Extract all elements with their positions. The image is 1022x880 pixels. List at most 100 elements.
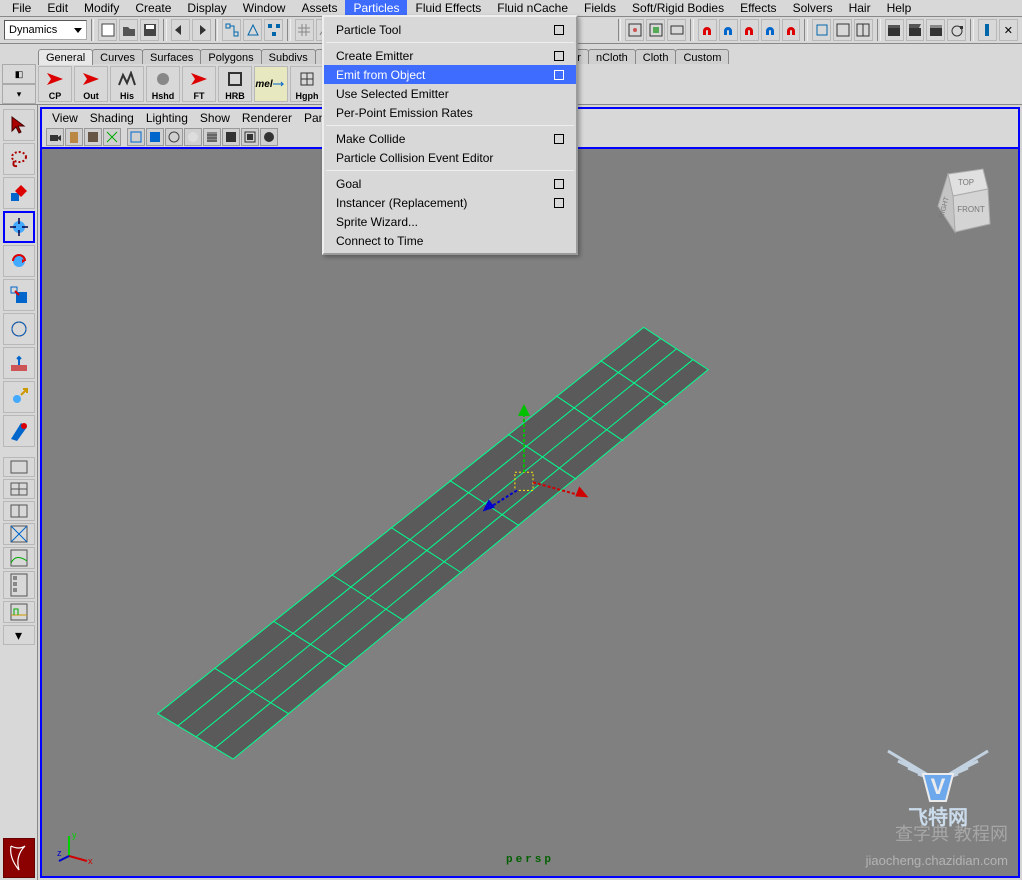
panel-menu-shading[interactable]: Shading: [84, 111, 140, 125]
menu-solvers[interactable]: Solvers: [785, 0, 841, 16]
magnet-5-button[interactable]: [782, 19, 801, 41]
show-manip-tool[interactable]: [3, 381, 35, 413]
scale-tool[interactable]: [3, 279, 35, 311]
shelf-tab-surfaces[interactable]: Surfaces: [142, 49, 201, 65]
menu-fluideffects[interactable]: Fluid Effects: [407, 0, 489, 16]
use-lights-button[interactable]: [165, 128, 183, 146]
menu-item-create-emitter[interactable]: Create Emitter: [324, 46, 576, 65]
shelf-switcher-button[interactable]: ◧: [2, 64, 36, 84]
four-pane-layout[interactable]: [3, 479, 35, 499]
rotate-tool[interactable]: [3, 245, 35, 277]
magnet-3-button[interactable]: [740, 19, 759, 41]
option-box-icon[interactable]: [554, 179, 564, 189]
menu-item-sprite-wizard[interactable]: Sprite Wizard...: [324, 212, 576, 231]
ipr-render-button[interactable]: [646, 19, 665, 41]
universal-manip-tool[interactable]: [3, 313, 35, 345]
menu-file[interactable]: File: [4, 0, 39, 16]
shelf-tab-general[interactable]: General: [38, 49, 93, 65]
bookmarks-button[interactable]: [65, 128, 83, 146]
toolbox-toggle-button[interactable]: [978, 19, 997, 41]
wireframe-button[interactable]: [127, 128, 145, 146]
shelf-menu-button[interactable]: ▾: [2, 84, 36, 104]
clapper-2-button[interactable]: [906, 19, 925, 41]
xray-button[interactable]: [222, 128, 240, 146]
shelf-button-hshd[interactable]: Hshd: [146, 66, 180, 102]
trax-layout[interactable]: [3, 601, 35, 623]
menu-create[interactable]: Create: [127, 0, 179, 16]
grid-toggle-button[interactable]: [103, 128, 121, 146]
option-box-icon[interactable]: [554, 25, 564, 35]
two-pane-v-layout[interactable]: [3, 501, 35, 521]
textured-button[interactable]: [184, 128, 202, 146]
menu-assets[interactable]: Assets: [293, 0, 345, 16]
persp-outliner-layout[interactable]: [3, 523, 35, 545]
camera-select-button[interactable]: [46, 128, 64, 146]
menu-item-connect-to-time[interactable]: Connect to Time: [324, 231, 576, 250]
panel-menu-lighting[interactable]: Lighting: [140, 111, 194, 125]
menu-item-instancer-replacement[interactable]: Instancer (Replacement): [324, 193, 576, 212]
shelf-tab-ncloth[interactable]: nCloth: [588, 49, 636, 65]
viewport-3d[interactable]: TOP FRONT RIGHT: [42, 149, 1018, 876]
magnet-2-button[interactable]: [719, 19, 738, 41]
shelf-button-out[interactable]: Out: [74, 66, 108, 102]
shelf-tab-subdivs[interactable]: Subdivs: [261, 49, 316, 65]
paint-select-tool[interactable]: [3, 177, 35, 209]
magnet-1-button[interactable]: [698, 19, 717, 41]
menu-edit[interactable]: Edit: [39, 0, 76, 16]
shelf-tab-custom[interactable]: Custom: [675, 49, 729, 65]
select-by-object-button[interactable]: [243, 19, 262, 41]
single-pane-layout[interactable]: [3, 457, 35, 477]
menu-item-goal[interactable]: Goal: [324, 174, 576, 193]
panel-menu-show[interactable]: Show: [194, 111, 236, 125]
option-box-icon[interactable]: [554, 198, 564, 208]
shelf-tab-polygons[interactable]: Polygons: [200, 49, 261, 65]
shelf-tab-curves[interactable]: Curves: [92, 49, 143, 65]
hypershade-layout[interactable]: [3, 571, 35, 599]
clapper-1-button[interactable]: [885, 19, 904, 41]
persp-graph-layout[interactable]: [3, 547, 35, 569]
shelf-button-hrb[interactable]: HRB: [218, 66, 252, 102]
menu-item-particle-tool[interactable]: Particle Tool: [324, 20, 576, 39]
clapper-3-button[interactable]: [926, 19, 945, 41]
shelf-button-hgph[interactable]: Hgph: [290, 66, 324, 102]
save-scene-button[interactable]: [140, 19, 159, 41]
new-scene-button[interactable]: [98, 19, 117, 41]
magnet-4-button[interactable]: [761, 19, 780, 41]
menu-fluidncache[interactable]: Fluid nCache: [489, 0, 576, 16]
option-box-icon[interactable]: [554, 70, 564, 80]
shelf-tab-cloth[interactable]: Cloth: [635, 49, 677, 65]
clapper-4-button[interactable]: [947, 19, 966, 41]
option-box-icon[interactable]: [554, 134, 564, 144]
lasso-tool[interactable]: [3, 143, 35, 175]
layout-1-button[interactable]: [833, 19, 852, 41]
image-plane-button[interactable]: [84, 128, 102, 146]
menu-modify[interactable]: Modify: [76, 0, 127, 16]
menu-effects[interactable]: Effects: [732, 0, 784, 16]
render-view-button[interactable]: [625, 19, 644, 41]
smooth-shade-button[interactable]: [146, 128, 164, 146]
shelf-button-cp[interactable]: CP: [38, 66, 72, 102]
menu-particles[interactable]: Particles: [345, 0, 407, 16]
undo-button[interactable]: [171, 19, 190, 41]
module-selector-dropdown[interactable]: Dynamics: [4, 20, 87, 40]
shelf-button-his[interactable]: His: [110, 66, 144, 102]
script-layout[interactable]: ▾: [3, 625, 35, 645]
menu-window[interactable]: Window: [235, 0, 294, 16]
menu-softrigidbodies[interactable]: Soft/Rigid Bodies: [624, 0, 732, 16]
move-tool[interactable]: [3, 211, 35, 243]
select-by-hierarchy-button[interactable]: [222, 19, 241, 41]
last-tool[interactable]: [3, 415, 35, 447]
panel-menu-renderer[interactable]: Renderer: [236, 111, 298, 125]
menu-hair[interactable]: Hair: [841, 0, 879, 16]
redo-button[interactable]: [192, 19, 211, 41]
menu-item-per-point-emission-rates[interactable]: Per-Point Emission Rates: [324, 103, 576, 122]
menu-item-use-selected-emitter[interactable]: Use Selected Emitter: [324, 84, 576, 103]
select-tool[interactable]: [3, 109, 35, 141]
high-quality-button[interactable]: [260, 128, 278, 146]
open-scene-button[interactable]: [119, 19, 138, 41]
option-box-icon[interactable]: [554, 51, 564, 61]
select-by-component-button[interactable]: [264, 19, 283, 41]
close-toolbar-button[interactable]: ✕: [999, 19, 1018, 41]
soft-mod-tool[interactable]: [3, 347, 35, 379]
menu-item-particle-collision-event-editor[interactable]: Particle Collision Event Editor: [324, 148, 576, 167]
